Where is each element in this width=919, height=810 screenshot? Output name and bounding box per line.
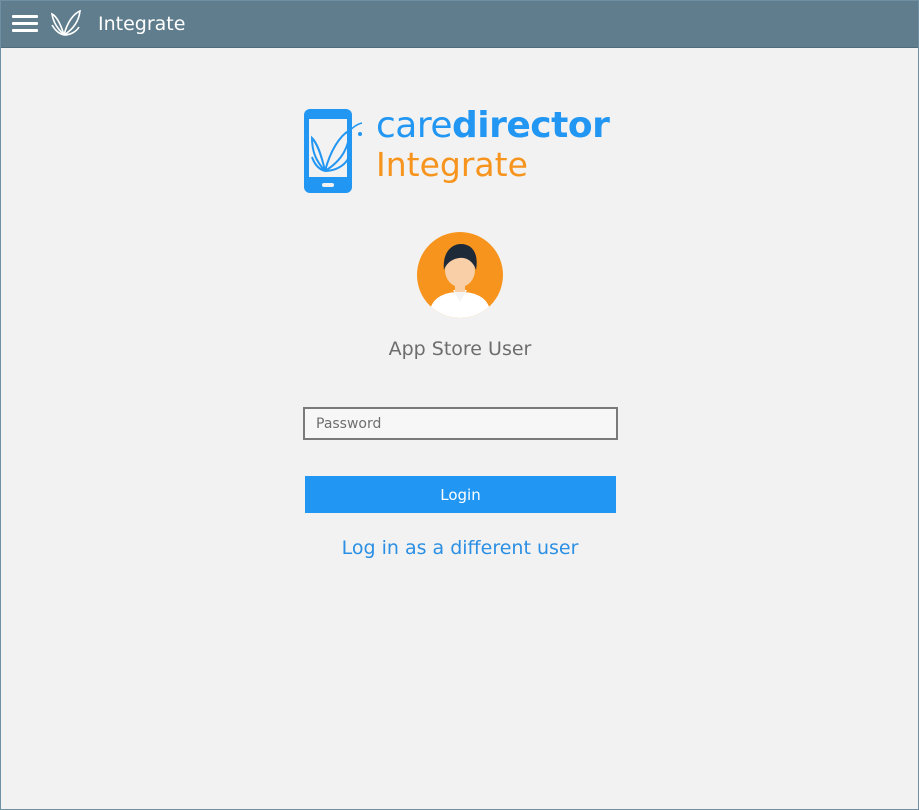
different-user-link[interactable]: Log in as a different user xyxy=(310,535,610,561)
password-input[interactable] xyxy=(303,407,618,440)
app-window: Integrate caredirector Integrate App Sto… xyxy=(0,0,919,810)
hamburger-menu-icon[interactable] xyxy=(11,12,39,36)
phone-butterfly-icon xyxy=(304,109,363,193)
brand-name: caredirector xyxy=(376,105,610,146)
login-button[interactable]: Login xyxy=(305,476,616,513)
title-bar: Integrate xyxy=(1,1,918,48)
app-title: Integrate xyxy=(98,13,186,35)
user-name: App Store User xyxy=(388,338,532,360)
butterfly-icon xyxy=(50,9,81,36)
user-avatar-icon xyxy=(417,232,503,318)
product-name: Integrate xyxy=(376,145,528,184)
caredirector-logo: caredirector Integrate xyxy=(303,105,633,197)
